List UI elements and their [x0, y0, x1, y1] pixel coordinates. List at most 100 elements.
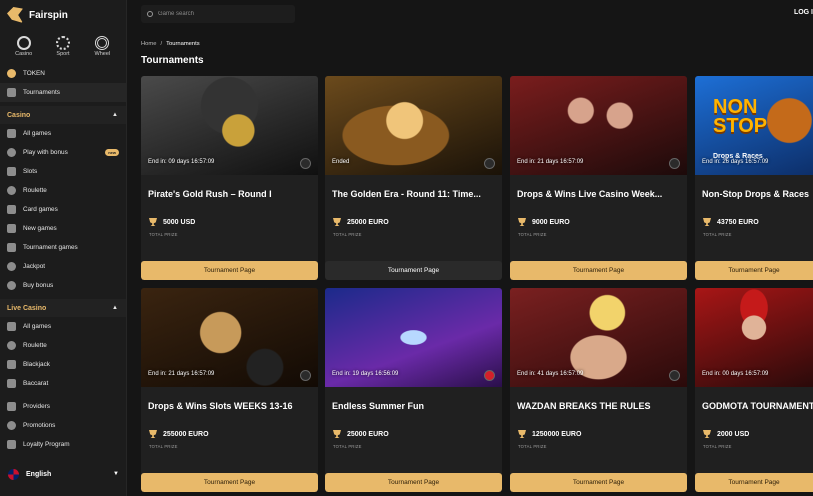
prize-row: 9000 EURO: [518, 218, 570, 226]
jackpot-icon: [7, 262, 16, 271]
sidebar-item-tournaments[interactable]: Tournaments: [0, 83, 126, 102]
sidebar-item-loyalty-program[interactable]: Loyalty Program: [0, 435, 126, 454]
tournament-card[interactable]: End in: 41 days 16:57:09 WAZDAN BREAKS T…: [510, 288, 687, 492]
live-casino-section-header[interactable]: Live Casino ▲: [0, 299, 126, 317]
sidebar-item-label: New games: [23, 225, 57, 232]
sidebar-item-new-games[interactable]: New games: [0, 219, 126, 238]
tournament-card[interactable]: Ended The Golden Era - Round 11: Time...…: [325, 76, 502, 280]
baccarat-icon: [7, 379, 16, 388]
sidebar-item-label: TOKEN: [23, 70, 45, 77]
prize-row: 2000 USD: [703, 430, 749, 438]
section-title: Live Casino: [7, 304, 47, 312]
sidebar-item-label: Roulette: [23, 342, 47, 349]
search-box[interactable]: [141, 5, 295, 23]
casino-icon: [16, 36, 31, 50]
sidebar-item-all-games[interactable]: All games: [0, 124, 126, 143]
search-input[interactable]: [158, 11, 278, 17]
sidebar-item-promotions[interactable]: Promotions: [0, 416, 126, 435]
sidebar-item-label: Slots: [23, 168, 38, 175]
sidebar-item-play-with-bonus[interactable]: Play with bonus new: [0, 143, 126, 162]
login-button[interactable]: LOG I: [794, 9, 813, 16]
prize-row: 1250000 EURO: [518, 430, 581, 438]
sidebar-item-buy-bonus[interactable]: Buy bonus: [0, 276, 126, 295]
tournament-name: Drops & Wins Live Casino Week...: [517, 189, 663, 199]
promotions-icon: [7, 421, 16, 430]
sidebar-item-baccarat[interactable]: Baccarat: [0, 374, 126, 393]
sidebar-item-slots[interactable]: Slots: [0, 162, 126, 181]
breadcrumb-home[interactable]: Home: [141, 41, 156, 47]
sidebar-item-providers[interactable]: Providers: [0, 397, 126, 416]
buy-bonus-icon: [7, 281, 16, 290]
section-title: Casino: [7, 111, 31, 119]
sidebar-item-live-all-games[interactable]: All games: [0, 317, 126, 336]
mode-casino-label: Casino: [15, 51, 33, 57]
tournament-page-button[interactable]: Tournament Page: [510, 261, 687, 280]
tournament-page-button[interactable]: Tournament Page: [510, 473, 687, 492]
brand[interactable]: Fairspin: [0, 0, 126, 30]
sidebar: Fairspin Casino Sport Wheel TOKEN Tourna…: [0, 0, 127, 496]
new-games-icon: [7, 224, 16, 233]
tournament-card[interactable]: End in: 21 days 16:57:09 Drops & Wins Li…: [510, 76, 687, 280]
end-time: End in: 41 days 16:57:09: [517, 371, 584, 377]
breadcrumb-separator: /: [160, 41, 163, 47]
prize-label: TOTAL PRIZE: [333, 232, 362, 237]
tournament-card[interactable]: NON STOP Drops & Races End in: 26 days 1…: [695, 76, 813, 280]
tournament-page-button[interactable]: Tournament Page: [695, 473, 813, 492]
chevron-down-icon: ▼: [113, 471, 119, 477]
tournament-card[interactable]: End in: 19 days 16:56:09 Endless Summer …: [325, 288, 502, 492]
sidebar-item-token[interactable]: TOKEN: [0, 64, 126, 83]
tournament-name: Non-Stop Drops & Races: [702, 189, 810, 199]
trophy-icon: [518, 218, 526, 226]
mode-casino[interactable]: Casino: [9, 36, 39, 60]
slots-icon: [7, 167, 16, 176]
tournament-card[interactable]: End in: 21 days 16:57:09 Drops & Wins Sl…: [141, 288, 318, 492]
sidebar-item-jackpot[interactable]: Jackpot: [0, 257, 126, 276]
uk-flag-icon: [8, 468, 19, 480]
tournament-page-button[interactable]: Tournament Page: [141, 261, 318, 280]
roulette-icon: [7, 341, 16, 350]
tournament-image[interactable]: [325, 76, 502, 175]
prize-label: TOTAL PRIZE: [518, 444, 547, 449]
prize-amount: 25000 EURO: [347, 430, 389, 438]
app: Fairspin Casino Sport Wheel TOKEN Tourna…: [0, 0, 813, 496]
casino-section-header[interactable]: Casino ▲: [0, 106, 126, 124]
tournament-card[interactable]: End in: 00 days 16:57:09 GODMOTA TOURNAM…: [695, 288, 813, 492]
sidebar-item-label: Providers: [23, 403, 50, 410]
sidebar-item-blackjack[interactable]: Blackjack: [0, 355, 126, 374]
tournament-card[interactable]: End in: 09 days 16:57:09 Pirate's Gold R…: [141, 76, 318, 280]
trophy-icon: [703, 218, 711, 226]
sidebar-item-tournament-games[interactable]: Tournament games: [0, 238, 126, 257]
end-time: End in: 19 days 16:56:09: [332, 371, 399, 377]
sidebar-item-card-games[interactable]: Card games: [0, 200, 126, 219]
sidebar-item-roulette[interactable]: Roulette: [0, 181, 126, 200]
prize-label: TOTAL PRIZE: [703, 444, 732, 449]
tournament-page-button[interactable]: Tournament Page: [695, 261, 813, 280]
tournament-page-button[interactable]: Tournament Page: [325, 473, 502, 492]
provider-logo-icon: [669, 158, 680, 169]
tournament-page-button[interactable]: Tournament Page: [325, 261, 502, 280]
chevron-up-icon: ▲: [112, 305, 118, 311]
end-time: End in: 09 days 16:57:09: [148, 159, 215, 165]
providers-icon: [7, 402, 16, 411]
prize-amount: 1250000 EURO: [532, 430, 582, 438]
chevron-up-icon: ▲: [112, 112, 118, 118]
roulette-icon: [7, 186, 16, 195]
search-icon: [147, 11, 153, 17]
sidebar-item-live-roulette[interactable]: Roulette: [0, 336, 126, 355]
mode-wheel-label: Wheel: [94, 51, 111, 57]
mode-wheel[interactable]: Wheel: [87, 36, 117, 60]
page-title: Tournaments: [141, 55, 204, 66]
trophy-icon: [149, 218, 157, 226]
prize-row: 25000 EURO: [333, 218, 389, 226]
language-selector[interactable]: English ▼: [0, 465, 127, 483]
mode-sport[interactable]: Sport: [48, 36, 78, 60]
prize-amount: 25000 EURO: [347, 218, 389, 226]
end-time: End in: 00 days 16:57:09: [702, 371, 769, 377]
sidebar-item-label: All games: [23, 323, 52, 330]
trophy-icon: [333, 430, 341, 438]
end-time: Ended: [332, 159, 350, 165]
tournament-page-button[interactable]: Tournament Page: [141, 473, 318, 492]
prize-row: 5000 USD: [149, 218, 195, 226]
trophy-icon: [703, 430, 711, 438]
trophy-icon: [333, 218, 341, 226]
